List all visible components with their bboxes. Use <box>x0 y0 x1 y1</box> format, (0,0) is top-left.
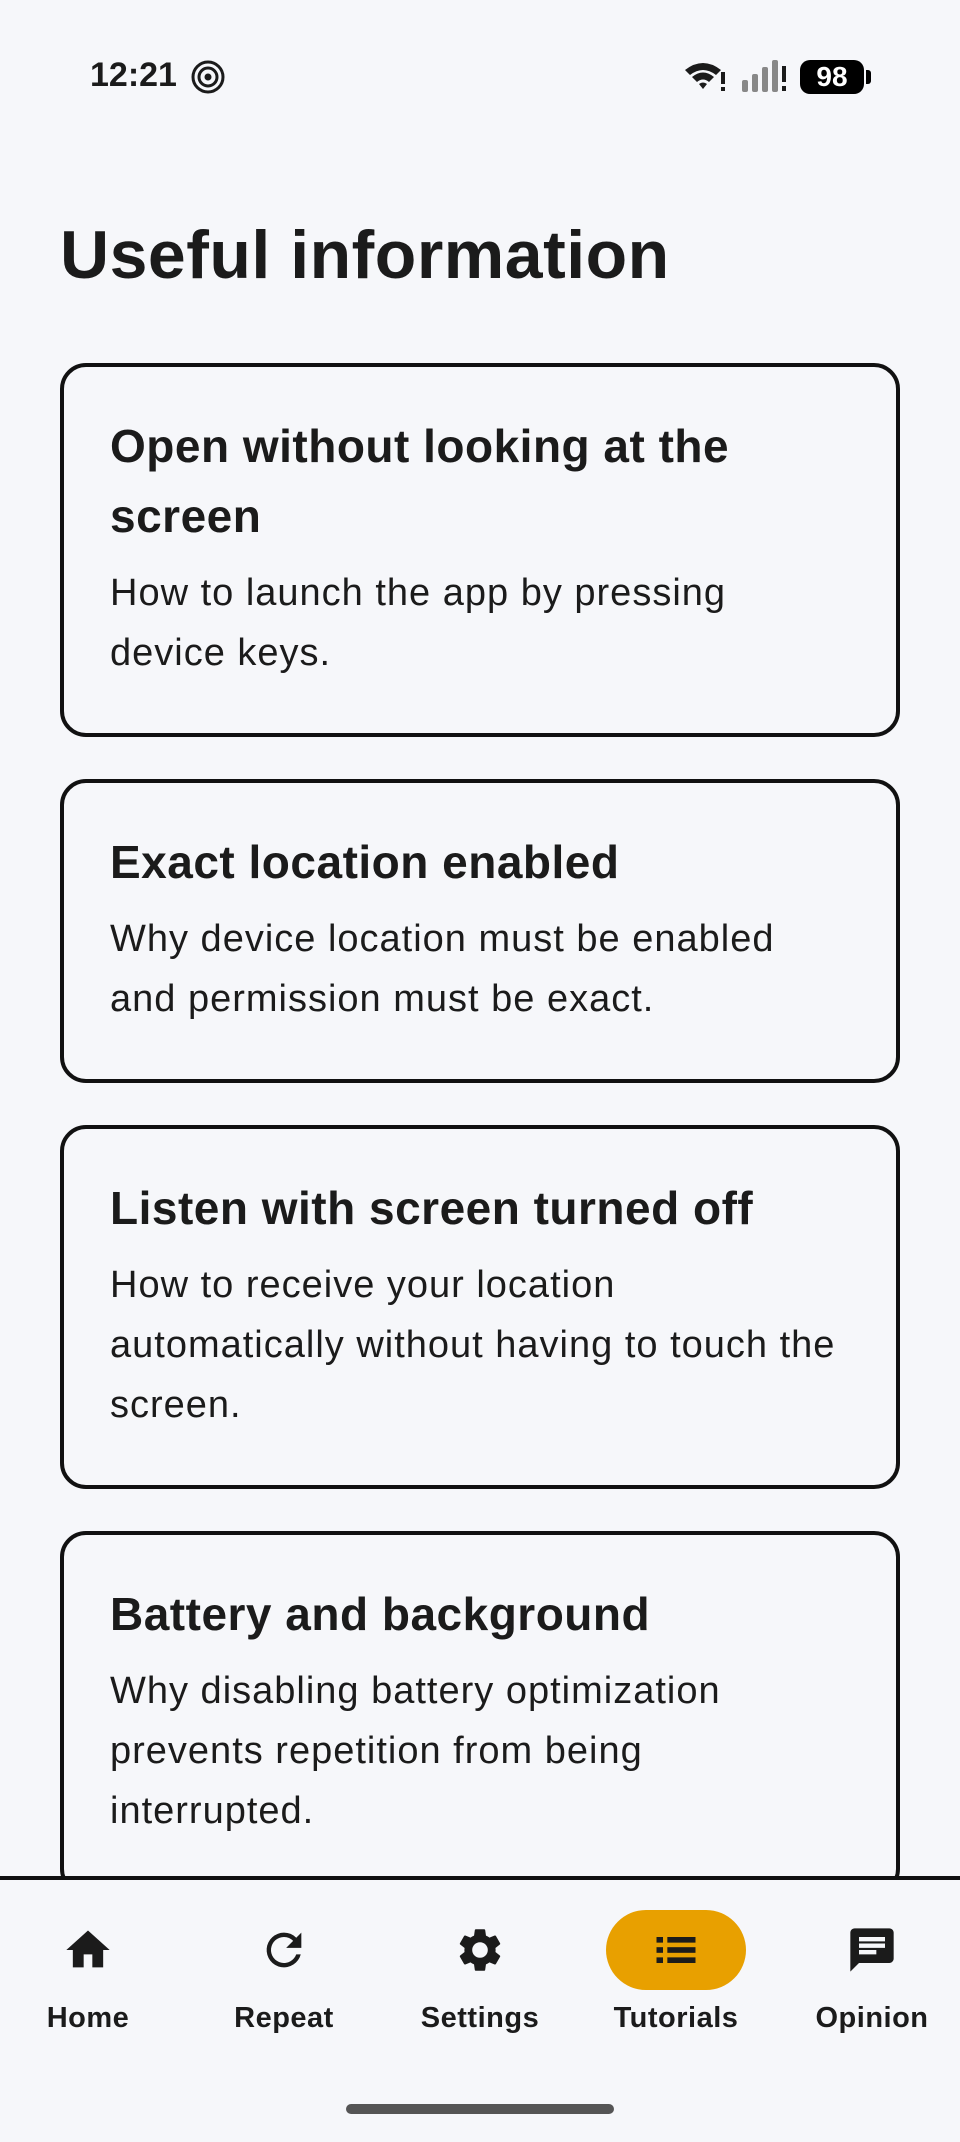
nav-label: Tutorials <box>613 2002 739 2034</box>
chat-bubble-icon <box>850 1928 894 1972</box>
card-title: Open without looking at the screen <box>110 420 730 542</box>
home-icon <box>66 1930 110 1968</box>
tutorial-card-open-without-looking[interactable]: Open without looking at the screen How t… <box>60 363 900 737</box>
nav-item-tutorials[interactable]: Tutorials <box>578 1910 774 2060</box>
nav-active-indicator <box>606 1910 746 1990</box>
tutorial-card-list: Open without looking at the screen How t… <box>60 363 900 1937</box>
nav-label: Repeat <box>234 2002 334 2034</box>
list-icon <box>656 1937 696 1963</box>
card-title: Exact location enabled <box>110 836 620 888</box>
nav-item-opinion[interactable]: Opinion <box>774 1910 960 2060</box>
battery-indicator: 98 <box>800 60 872 94</box>
nav-item-repeat[interactable]: Repeat <box>186 1910 382 2060</box>
refresh-icon <box>266 1932 302 1968</box>
wifi-icon <box>685 63 725 91</box>
focus-mode-icon <box>191 60 225 94</box>
card-description: Why device location must be enabled and … <box>110 918 775 1020</box>
card-title: Battery and background <box>110 1588 651 1640</box>
card-title: Listen with screen turned off <box>110 1182 754 1234</box>
nav-label: Home <box>46 2002 130 2034</box>
nav-item-settings[interactable]: Settings <box>382 1910 578 2060</box>
bottom-navigation-bar: Home Repeat Settings Tutorials Opinion <box>0 1876 960 2142</box>
app-screen: 12:21 98 Useful information Open without… <box>0 0 960 2142</box>
card-description: How to launch the app by pressing device… <box>110 572 727 674</box>
nav-icon-container <box>802 1910 942 1990</box>
page-title: Useful information <box>60 217 670 293</box>
battery-cap <box>866 70 871 84</box>
status-time: 12:21 <box>90 56 177 94</box>
nav-item-home[interactable]: Home <box>0 1910 186 2060</box>
nav-icon-container <box>18 1910 158 1990</box>
cellular-signal-icon <box>742 60 786 92</box>
home-gesture-bar[interactable] <box>346 2104 614 2114</box>
nav-label: Settings <box>420 2002 540 2034</box>
nav-label: Opinion <box>815 2002 929 2034</box>
status-bar: 12:21 98 <box>0 0 960 154</box>
card-description: How to receive your location automatical… <box>110 1264 836 1426</box>
card-description: Why disabling battery optimization preve… <box>110 1670 721 1832</box>
nav-icon-container <box>410 1910 550 1990</box>
gear-icon <box>459 1929 501 1971</box>
tutorial-card-battery-background[interactable]: Battery and background Why disabling bat… <box>60 1531 900 1895</box>
nav-icon-container <box>214 1910 354 1990</box>
battery-level: 98 <box>800 60 864 94</box>
tutorial-card-exact-location[interactable]: Exact location enabled Why device locati… <box>60 779 900 1083</box>
tutorial-card-screen-off[interactable]: Listen with screen turned off How to rec… <box>60 1125 900 1489</box>
